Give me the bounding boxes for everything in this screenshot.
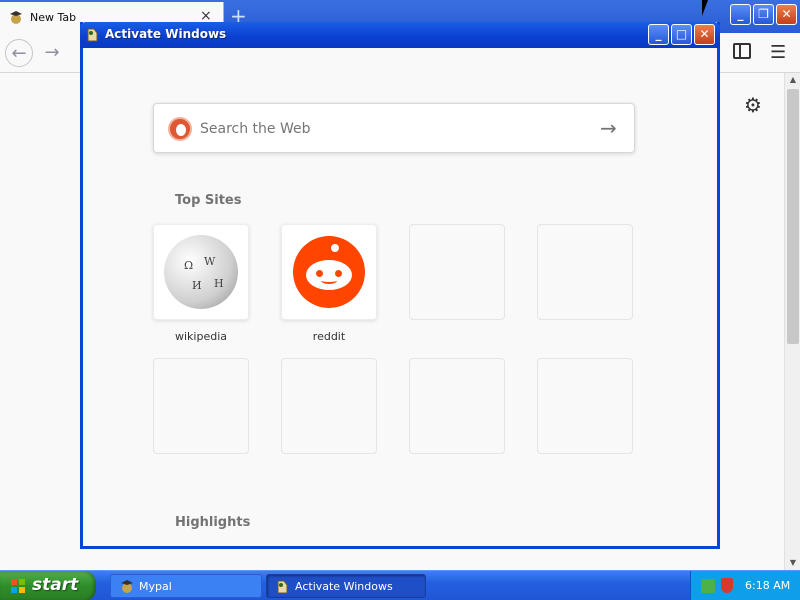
window-title-bar[interactable]: Activate Windows _ □ ✕ — [80, 22, 720, 48]
window-close-button[interactable]: ✕ — [694, 24, 715, 45]
window-minimize-button[interactable]: _ — [648, 24, 669, 45]
duckduckgo-icon — [168, 117, 192, 141]
gear-icon[interactable]: ⚙ — [744, 93, 762, 117]
clock[interactable]: 6:18 AM — [745, 579, 790, 592]
taskbar-item-label: Mypal — [139, 580, 172, 593]
top-site-empty[interactable] — [409, 358, 505, 454]
vertical-scrollbar[interactable]: ▲ ▼ — [784, 73, 800, 570]
start-label: start — [32, 575, 79, 595]
highlights-heading: Highlights — [175, 515, 251, 530]
hamburger-menu-icon[interactable]: ☰ — [770, 42, 786, 63]
taskbar: start Mypal Activate Windows 6:18 AM — [0, 570, 800, 600]
system-tray: 6:18 AM — [690, 571, 800, 600]
sidebar-toggle-icon[interactable] — [733, 43, 751, 59]
top-site-empty[interactable] — [153, 358, 249, 454]
window-title: Activate Windows — [105, 27, 227, 41]
start-button[interactable]: start — [0, 571, 96, 600]
browser-restore-button[interactable]: ❐ — [753, 4, 774, 25]
windows-logo-icon — [11, 579, 25, 593]
activate-windows-icon — [87, 28, 98, 42]
reddit-icon — [293, 236, 365, 308]
taskbar-item-activate-windows[interactable]: Activate Windows — [266, 574, 426, 598]
security-shield-icon[interactable] — [721, 578, 733, 593]
top-site-empty[interactable] — [409, 224, 505, 320]
taskbar-item-label: Activate Windows — [295, 580, 393, 593]
activate-windows-window: Activate Windows _ □ ✕ → Top Sites Ω W И… — [80, 22, 720, 549]
web-search-box[interactable]: → — [153, 103, 635, 153]
top-site-reddit[interactable] — [281, 224, 377, 320]
top-site-label: wikipedia — [174, 330, 227, 343]
mypal-icon — [10, 11, 22, 24]
mouse-cursor-icon — [702, 0, 708, 16]
scroll-up-arrow[interactable]: ▲ — [785, 73, 800, 87]
scroll-down-arrow[interactable]: ▼ — [785, 556, 800, 570]
window-maximize-button[interactable]: □ — [671, 24, 692, 45]
browser-close-button[interactable]: ✕ — [776, 4, 797, 25]
new-tab-page: → Top Sites Ω W И H wikipedia reddi — [83, 48, 717, 546]
top-sites-heading: Top Sites — [175, 193, 242, 208]
top-site-empty[interactable] — [281, 358, 377, 454]
forward-button[interactable]: → — [38, 39, 66, 67]
top-site-label: reddit — [312, 330, 346, 343]
wikipedia-globe-icon: Ω W И H — [164, 235, 238, 309]
mypal-icon — [121, 580, 133, 593]
tab-title: New Tab — [30, 11, 77, 24]
back-button[interactable]: ← — [5, 39, 33, 67]
top-site-empty[interactable] — [537, 358, 633, 454]
search-web-input[interactable] — [200, 118, 580, 140]
scroll-thumb[interactable] — [787, 89, 799, 344]
taskbar-item-mypal[interactable]: Mypal — [110, 574, 262, 598]
top-site-empty[interactable] — [537, 224, 633, 320]
arrow-right-icon[interactable]: → — [600, 116, 617, 140]
network-icon[interactable] — [701, 579, 715, 593]
browser-minimize-button[interactable]: _ — [730, 4, 751, 25]
activate-windows-icon — [277, 580, 288, 594]
top-site-wikipedia[interactable]: Ω W И H — [153, 224, 249, 320]
